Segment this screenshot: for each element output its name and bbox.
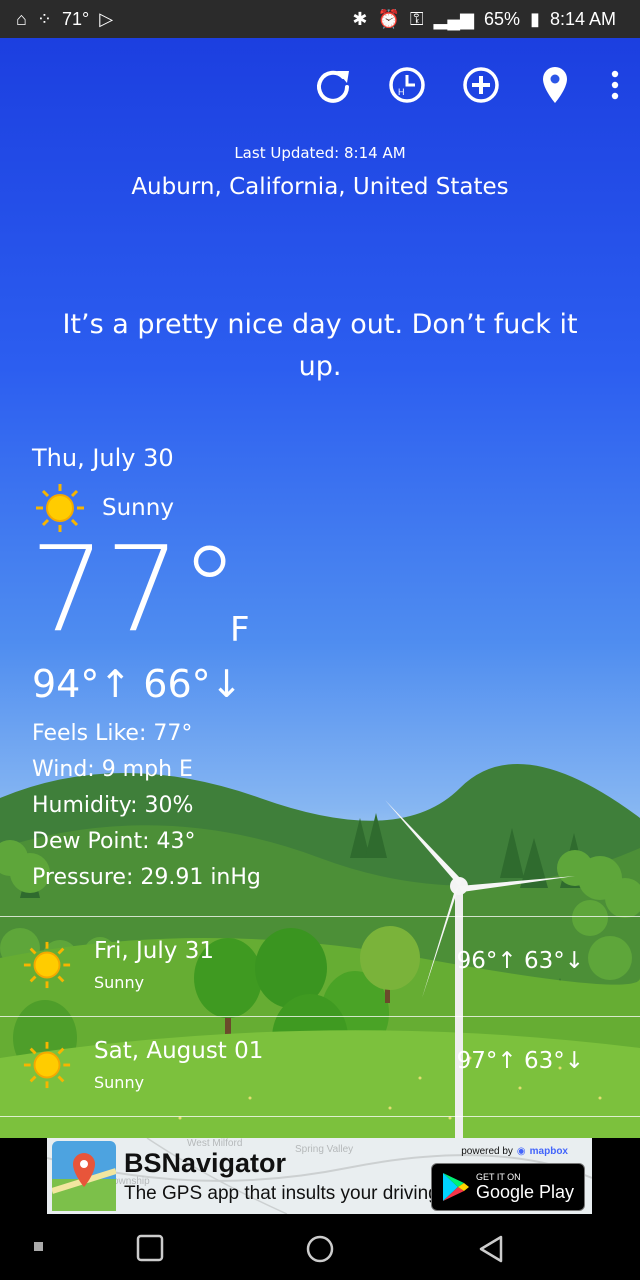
navigation-bar [0,1224,640,1280]
ad-banner[interactable]: West Milford Spring Valley ownship BSNav… [47,1138,592,1214]
recents-button[interactable] [136,1234,164,1262]
forecast-date: Sat, August 01 [94,1038,264,1064]
ad-title: BSNavigator [124,1148,287,1178]
location-name: Auburn, California, United States [131,174,509,200]
current-hi-lo: 94°↑ 66°↓ [32,662,243,706]
divider [0,916,640,917]
map-label: Spring Valley [295,1144,353,1155]
fitbit-icon: ⁘ [36,9,52,29]
forecast-hi-lo: 96°↑ 63°↓ [456,948,584,974]
current-date: Thu, July 30 [32,444,174,472]
wind: Wind: 9 mph E [32,757,193,782]
plus-circle-icon [463,67,499,103]
humidity: Humidity: 30% [32,793,194,818]
bsnavigator-logo-icon [52,1141,116,1211]
hourly-forecast-button[interactable]: H [386,64,428,106]
dew-point: Dew Point: 43° [32,829,196,854]
refresh-button[interactable] [312,64,354,106]
battery-percent: 65% [484,8,521,29]
current-condition: Sunny [102,495,174,521]
current-temperature: 77° [30,520,240,658]
toolbar: H [312,64,622,106]
temperature-unit: F [230,610,250,650]
powered-by-mapbox: powered by ◉ mapbox [461,1146,568,1157]
google-play-icon [443,1173,469,1201]
alarm-icon: ⏰ [377,9,400,29]
forecast-row[interactable]: Sat, August 01 Sunny 97°↑ 63°↓ [0,1018,640,1118]
nav-dot-icon [34,1242,43,1251]
signal-icon: ▂▄▆ [433,9,475,29]
sun-icon [23,941,71,989]
forecast-hi-lo: 97°↑ 63°↓ [456,1048,584,1074]
location-button[interactable] [534,64,576,106]
more-vert-icon [611,70,619,100]
forecast-condition: Sunny [94,973,145,992]
status-bar: ⌂ ⁘ 71° ▷ ✱ ⏰ ⚿ ▂▄▆ 65% ▮ 8:14 AM [0,0,640,38]
bluetooth-icon: ✱ [352,9,368,29]
weather-message: It’s a pretty nice day out. Don’t fuck i… [62,309,578,382]
mapbox-logo-icon: ◉ [516,1146,526,1157]
status-weather: 71° [61,8,90,29]
play-store-icon: ▷ [99,9,114,29]
google-play-button[interactable]: GET IT ON Google Play [431,1163,585,1211]
location-pin-icon [543,67,567,103]
airbnb-icon: ⌂ [16,9,27,29]
divider [0,1116,640,1117]
ad-subtitle: The GPS app that insults your driving. [124,1183,444,1204]
add-location-button[interactable] [460,64,502,106]
overflow-menu-button[interactable] [608,64,622,106]
mapbox-text: mapbox [529,1146,568,1157]
vpn-key-icon: ⚿ [409,9,424,29]
refresh-icon [317,70,349,103]
status-time: 8:14 AM [549,8,616,29]
feels-like: Feels Like: 77° [32,721,193,746]
divider [0,1016,640,1017]
sun-icon [23,1041,71,1089]
ad-banner-area: West Milford Spring Valley ownship BSNav… [0,1138,640,1224]
back-button[interactable] [477,1234,505,1264]
battery-icon: ▮ [530,9,540,29]
current-details: Feels Like: 77° Wind: 9 mph E Humidity: … [32,716,261,896]
forecast-condition: Sunny [94,1073,145,1092]
forecast-row[interactable]: Fri, July 31 Sunny 96°↑ 63°↓ [0,918,640,1018]
pressure: Pressure: 29.91 inHg [32,865,261,890]
weather-screen: H Last Updated: 8:14 AM Auburn, Californ… [0,38,640,1138]
store-small-text: GET IT ON [476,1171,521,1182]
clock-hourly-icon: H [389,67,425,103]
svg-text:H: H [398,87,405,97]
home-button[interactable] [305,1234,335,1264]
forecast-date: Fri, July 31 [94,938,214,964]
powered-by-text: powered by [461,1146,513,1157]
store-name: Google Play [476,1181,575,1202]
last-updated-text: Last Updated: 8:14 AM [234,144,406,162]
